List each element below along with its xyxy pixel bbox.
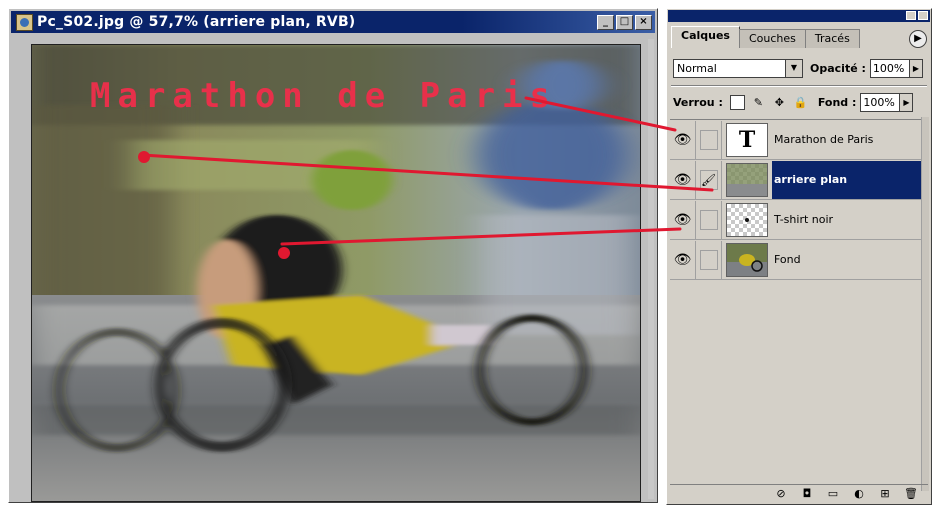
chevron-down-icon[interactable]: ▼	[785, 59, 802, 77]
pointer-dot-background	[138, 151, 150, 163]
minimize-button[interactable]: _	[597, 14, 614, 30]
lock-move-icon[interactable]: ✥	[771, 94, 787, 110]
layer-thumbnail	[726, 202, 768, 237]
lock-paint-icon[interactable]: ✎	[750, 94, 766, 110]
tab-calques[interactable]: Calques	[671, 26, 740, 48]
lock-transparency-icon[interactable]	[729, 94, 745, 110]
document-title: Pc_S02.jpg @ 57,7% (arriere plan, RVB)	[37, 14, 356, 30]
photo-canvas[interactable]: Marathon de Paris	[31, 44, 641, 502]
fill-input[interactable]: 100%	[860, 92, 901, 112]
layer-style-icon[interactable]: ⊘	[774, 487, 788, 500]
document-titlebar[interactable]: Pc_S02.jpg @ 57,7% (arriere plan, RVB) _…	[11, 11, 655, 33]
fill-arrow-icon[interactable]: ▶	[900, 92, 914, 112]
blend-mode-value: Normal	[677, 61, 717, 75]
brush-icon[interactable]: 🖌	[699, 169, 718, 190]
opacity-label: Opacité :	[810, 61, 866, 75]
maximize-button[interactable]: □	[616, 14, 633, 30]
eye-icon[interactable]: 👁	[670, 120, 696, 159]
eye-icon[interactable]: 👁	[670, 200, 696, 239]
thumbnail-image	[727, 243, 767, 276]
link-toggle[interactable]	[699, 129, 718, 150]
overlay-title: Marathon de Paris	[90, 76, 557, 116]
tab-couches[interactable]: Couches	[738, 29, 806, 48]
opacity-arrow-icon[interactable]: ▶	[909, 58, 923, 78]
link-toggle[interactable]	[699, 209, 718, 230]
palette-menu-button[interactable]: ▶	[909, 30, 927, 48]
document-scrollbar[interactable]	[648, 39, 654, 499]
layer-name[interactable]: T-shirt noir	[772, 201, 922, 239]
fill-label: Fond :	[817, 95, 857, 109]
divider	[671, 85, 927, 87]
palette-bottom-toolbar: ⊘ ◘ ▭ ◐ ⊞ 🗑	[670, 484, 928, 502]
layer-thumbnail	[726, 162, 768, 197]
adjustment-layer-icon[interactable]: ◐	[852, 487, 866, 500]
trash-icon[interactable]: 🗑	[904, 487, 918, 500]
text-layer-thumbnail: T	[726, 122, 768, 157]
new-layer-icon[interactable]: ⊞	[878, 487, 892, 500]
motion-blur-photo: Marathon de Paris	[32, 45, 640, 501]
close-button[interactable]: ×	[635, 14, 652, 30]
lock-all-icon[interactable]: 🔒	[792, 94, 808, 110]
thumbnail-image	[727, 163, 767, 196]
canvas-area[interactable]: Marathon de Paris	[31, 44, 641, 502]
eye-icon[interactable]: 👁	[670, 240, 696, 279]
tab-traces[interactable]: Tracés	[804, 29, 860, 48]
pointer-dot-tshirt	[278, 247, 290, 259]
blend-mode-select[interactable]: Normal ▼	[673, 58, 803, 78]
layer-name[interactable]: Fond	[772, 241, 922, 279]
lock-label: Verrou :	[673, 95, 723, 109]
new-set-icon[interactable]: ▭	[826, 487, 840, 500]
link-toggle[interactable]	[699, 249, 718, 270]
layer-name[interactable]: arriere plan	[772, 160, 922, 199]
layers-list: 👁 T Marathon de Paris 👁 🖌 arriere plan 👁…	[670, 119, 922, 490]
layer-name[interactable]: Marathon de Paris	[772, 121, 922, 159]
layer-row-tshirt[interactable]: 👁 T-shirt noir	[670, 200, 922, 240]
palette-tabs: Calques Couches Tracés ▶	[671, 26, 927, 48]
palette-close-button[interactable]	[918, 11, 928, 20]
add-mask-icon[interactable]: ◘	[800, 487, 814, 500]
photoshop-doc-icon	[16, 13, 33, 31]
layer-row-arriere-plan[interactable]: 👁 🖌 arriere plan	[670, 160, 922, 200]
palette-minimize-button[interactable]	[906, 11, 916, 20]
layer-row-marathon[interactable]: 👁 T Marathon de Paris	[670, 120, 922, 160]
palette-scrollbar[interactable]	[921, 117, 929, 491]
layer-thumbnail	[726, 242, 768, 277]
layers-palette: Calques Couches Tracés ▶ Normal ▼ Opacit…	[666, 8, 932, 505]
palette-titlebar[interactable]	[668, 10, 930, 22]
eye-icon[interactable]: 👁	[670, 160, 696, 199]
opacity-input[interactable]: 100%	[869, 58, 910, 78]
thumbnail-image	[745, 217, 749, 222]
document-window: Pc_S02.jpg @ 57,7% (arriere plan, RVB) _…	[8, 8, 658, 503]
layer-row-fond[interactable]: 👁 Fond	[670, 240, 922, 280]
